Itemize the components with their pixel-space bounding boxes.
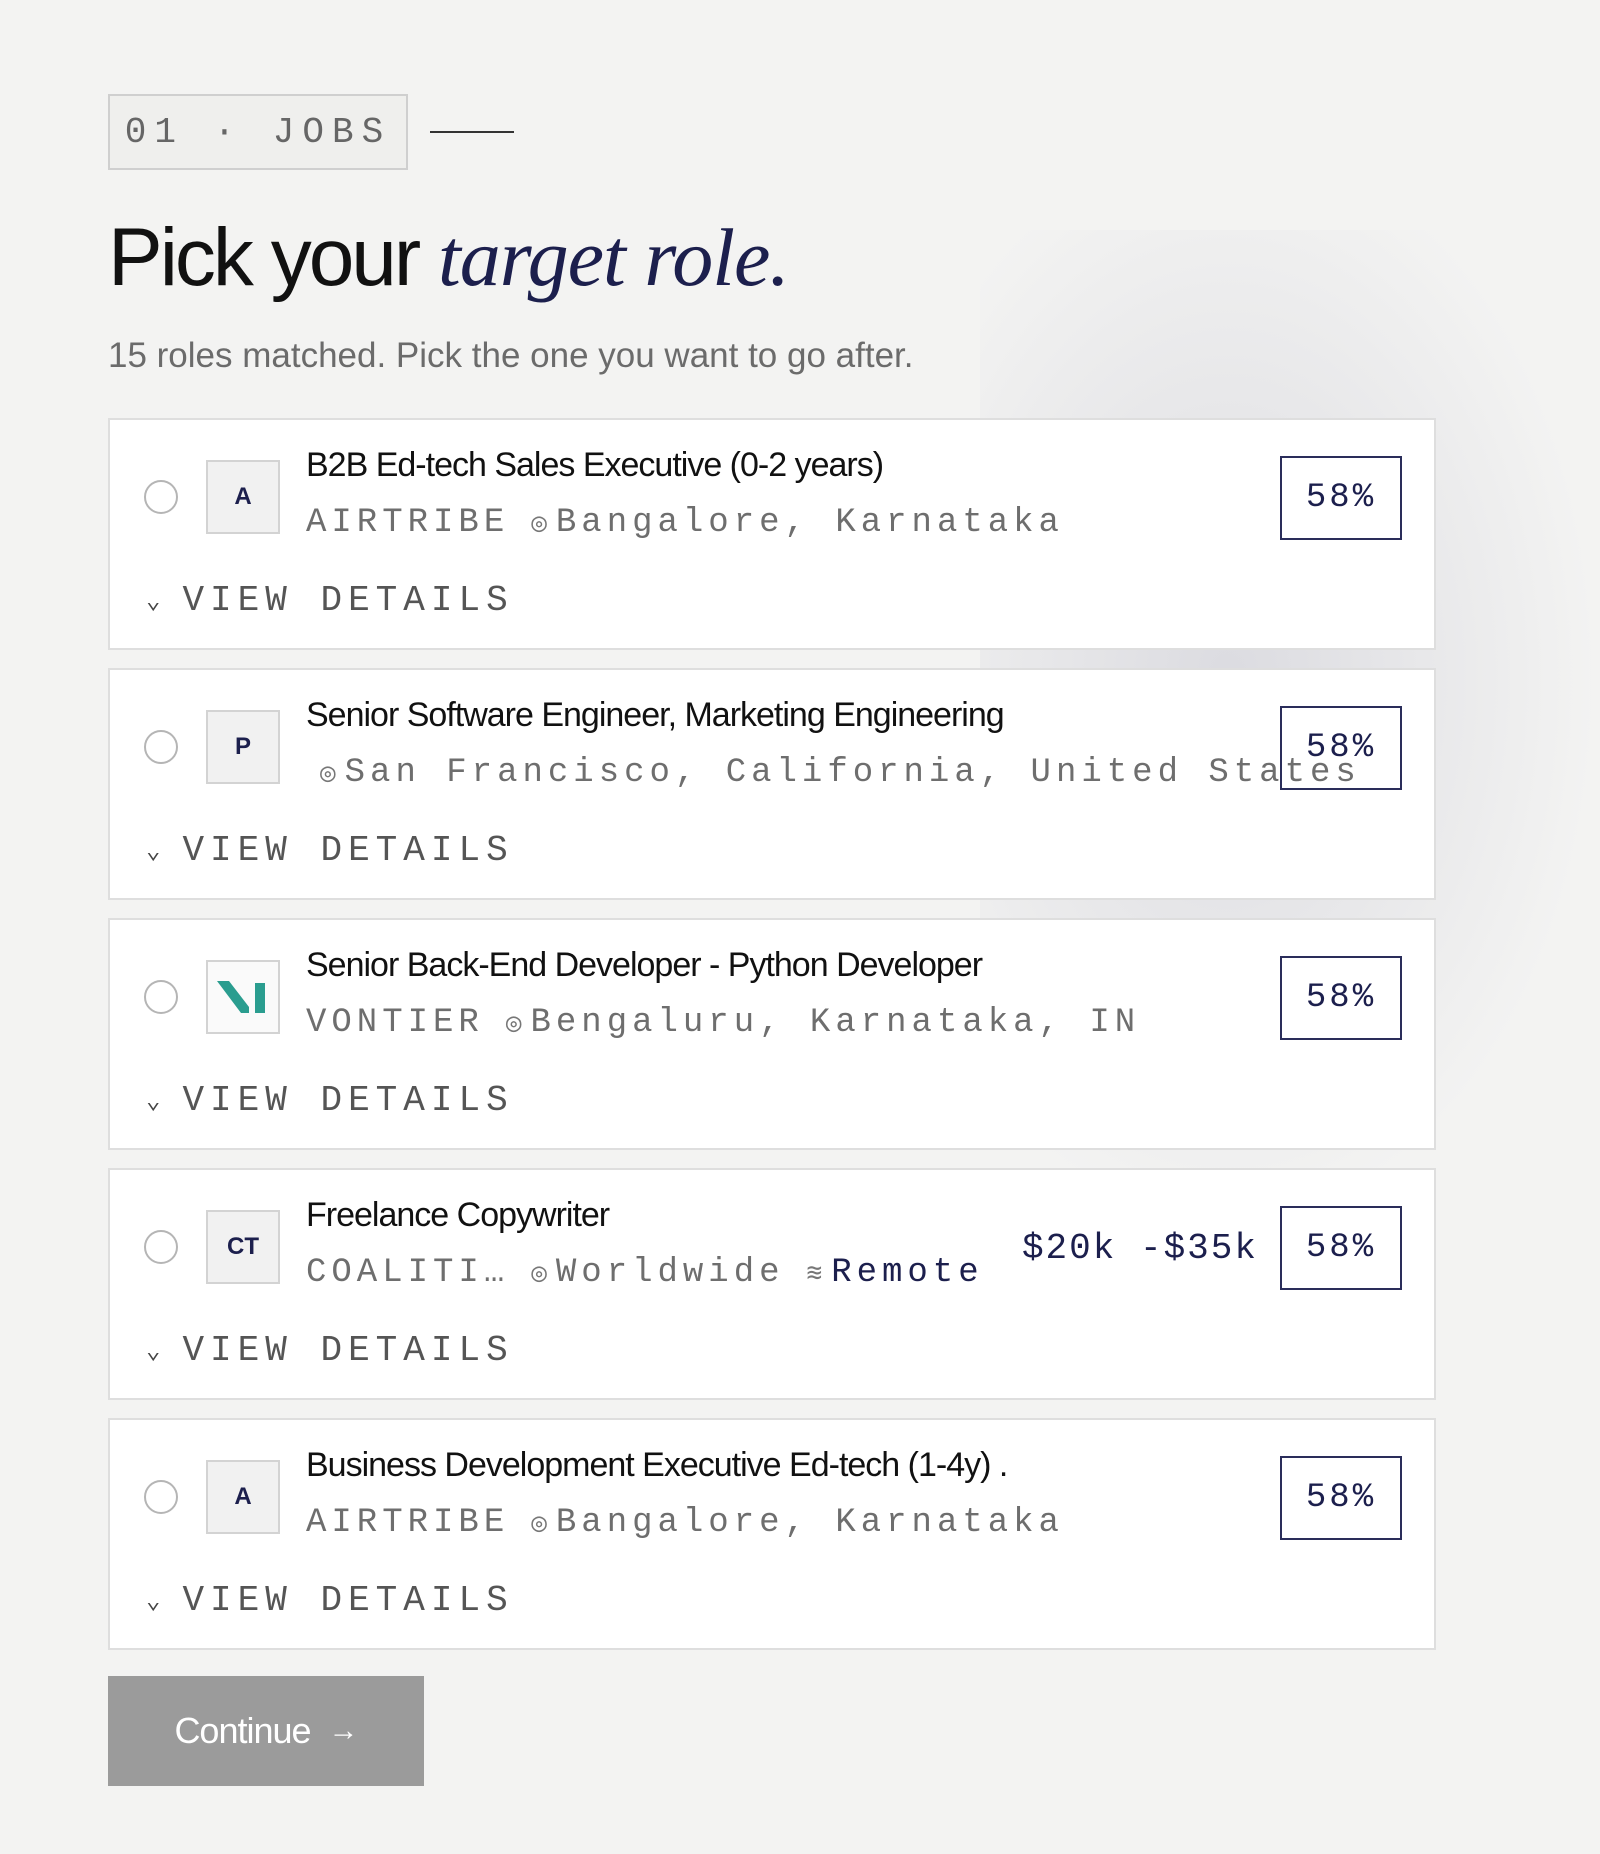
chevron-down-icon: ⌄ — [146, 1588, 167, 1616]
match-badge: 58% — [1280, 706, 1402, 790]
arrow-right-icon: → — [328, 1714, 359, 1747]
step-label: 01 · JOBS — [108, 94, 408, 170]
view-details-toggle[interactable]: ⌄ VIEW DETAILS — [146, 1080, 514, 1121]
job-select-radio[interactable] — [144, 980, 178, 1014]
job-title: Freelance Copywriter — [306, 1196, 610, 1234]
job-meta: COALITI… ◎ Worldwide ≋ Remote — [306, 1254, 984, 1292]
chevron-down-icon: ⌄ — [146, 838, 167, 866]
view-details-label: VIEW DETAILS — [182, 830, 514, 871]
view-details-label: VIEW DETAILS — [182, 1330, 514, 1371]
job-title: Senior Back-End Developer - Python Devel… — [306, 946, 983, 984]
job-location: Bangalore, Karnataka — [555, 1504, 1064, 1542]
job-title: Business Development Executive Ed-tech (… — [306, 1446, 1008, 1484]
company-logo — [206, 960, 280, 1034]
company-logo: P — [206, 710, 280, 784]
match-badge: 58% — [1280, 456, 1402, 540]
page-subtitle: 15 roles matched. Pick the one you want … — [108, 336, 914, 375]
job-select-radio[interactable] — [144, 1480, 178, 1514]
job-meta: ◎ San Francisco, California, United Stat… — [306, 754, 1361, 792]
company-name: VONTIER — [306, 1004, 484, 1042]
match-badge: 58% — [1280, 1206, 1402, 1290]
job-location: Bengaluru, Karnataka, IN — [530, 1004, 1141, 1042]
match-badge: 58% — [1280, 956, 1402, 1040]
job-select-radio[interactable] — [144, 1230, 178, 1264]
job-location: San Francisco, California, United States — [344, 754, 1361, 792]
view-details-toggle[interactable]: ⌄ VIEW DETAILS — [146, 1330, 514, 1371]
job-card[interactable]: P Senior Software Engineer, Marketing En… — [108, 668, 1436, 900]
salary-range: $20k -$35k — [1021, 1228, 1258, 1269]
company-name: AIRTRIBE — [306, 1504, 510, 1542]
continue-label: Continue — [174, 1710, 311, 1751]
job-card[interactable]: CT Freelance Copywriter COALITI… ◎ World… — [108, 1168, 1436, 1400]
job-card[interactable]: A Business Development Executive Ed-tech… — [108, 1418, 1436, 1650]
chevron-down-icon: ⌄ — [146, 1338, 167, 1366]
company-name: COALITI… — [306, 1254, 510, 1292]
job-title: B2B Ed-tech Sales Executive (0-2 years) — [306, 446, 884, 484]
step-divider — [430, 131, 514, 133]
job-card[interactable]: Senior Back-End Developer - Python Devel… — [108, 918, 1436, 1150]
job-meta: VONTIER ◎ Bengaluru, Karnataka, IN — [306, 1004, 1140, 1042]
job-location: Worldwide — [555, 1254, 785, 1292]
page-title-accent: target role. — [438, 212, 790, 303]
page-title-plain: Pick your — [108, 212, 438, 303]
view-details-toggle[interactable]: ⌄ VIEW DETAILS — [146, 1580, 514, 1621]
view-details-toggle[interactable]: ⌄ VIEW DETAILS — [146, 830, 514, 871]
location-pin-icon: ◎ — [531, 1258, 552, 1289]
company-logo: CT — [206, 1210, 280, 1284]
location-pin-icon: ◎ — [505, 1008, 527, 1039]
view-details-label: VIEW DETAILS — [182, 1580, 514, 1621]
job-select-radio[interactable] — [144, 730, 178, 764]
continue-button[interactable]: Continue → — [108, 1676, 424, 1786]
role-picker: 01 · JOBS Pick your target role. 15 role… — [108, 94, 1436, 1786]
job-card[interactable]: A B2B Ed-tech Sales Executive (0-2 years… — [108, 418, 1436, 650]
job-meta: AIRTRIBE ◎ Bangalore, Karnataka — [306, 1504, 1064, 1542]
match-badge: 58% — [1280, 1456, 1402, 1540]
location-pin-icon: ◎ — [531, 508, 552, 539]
company-logo: A — [206, 460, 280, 534]
step-indicator: 01 · JOBS — [108, 94, 1436, 170]
job-select-radio[interactable] — [144, 480, 178, 514]
job-meta: AIRTRIBE ◎ Bangalore, Karnataka — [306, 504, 1064, 542]
wifi-icon: ≋ — [806, 1258, 828, 1289]
view-details-toggle[interactable]: ⌄ VIEW DETAILS — [146, 580, 514, 621]
job-title: Senior Software Engineer, Marketing Engi… — [306, 696, 1005, 734]
location-pin-icon: ◎ — [531, 1508, 552, 1539]
page-title: Pick your target role. — [108, 208, 1436, 308]
company-name: AIRTRIBE — [306, 504, 510, 542]
company-logo: A — [206, 1460, 280, 1534]
job-list: A B2B Ed-tech Sales Executive (0-2 years… — [108, 418, 1436, 1650]
chevron-down-icon: ⌄ — [146, 588, 167, 616]
vontier-logo-icon — [217, 981, 265, 1013]
job-location: Bangalore, Karnataka — [555, 504, 1064, 542]
chevron-down-icon: ⌄ — [146, 1088, 167, 1116]
view-details-label: VIEW DETAILS — [182, 580, 514, 621]
view-details-label: VIEW DETAILS — [182, 1080, 514, 1121]
remote-label: Remote — [831, 1254, 984, 1292]
location-pin-icon: ◎ — [320, 758, 341, 789]
